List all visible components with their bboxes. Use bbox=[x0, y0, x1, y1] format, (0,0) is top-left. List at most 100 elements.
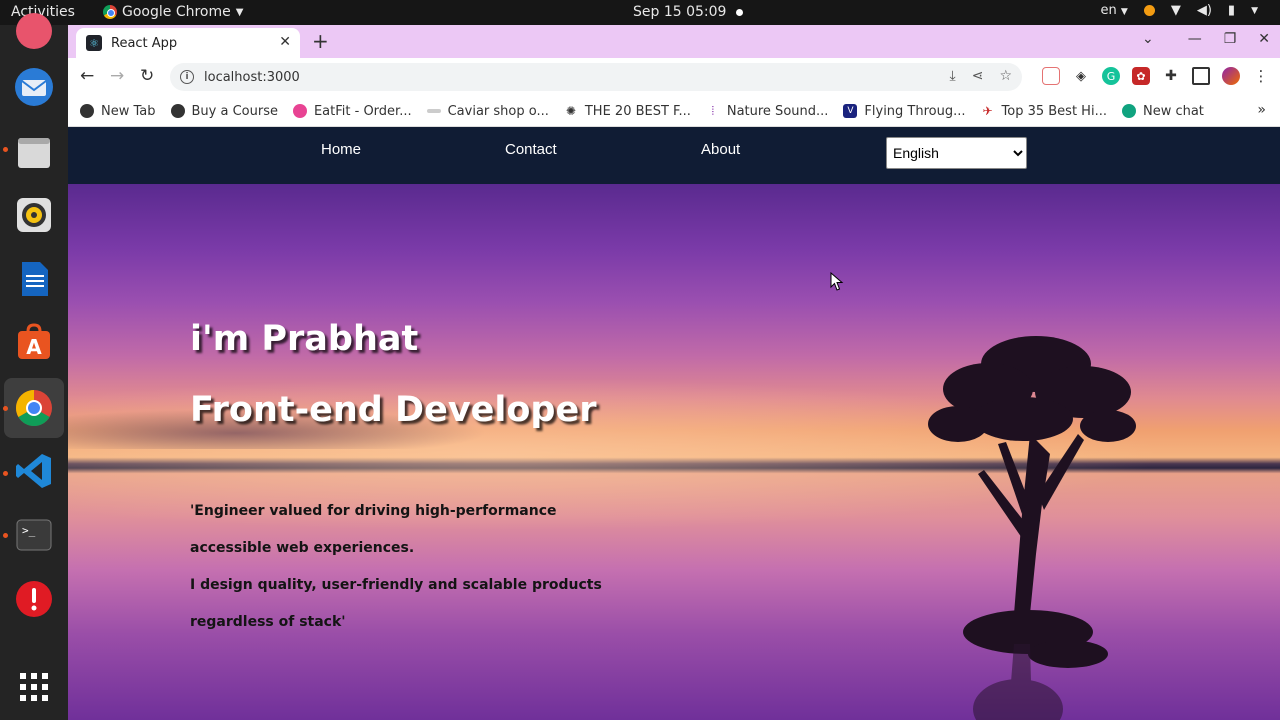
bookmarks-bar: New Tab Buy a Course EatFit - Order... C… bbox=[68, 96, 1280, 127]
running-indicator bbox=[3, 147, 8, 152]
hero-section: i'm Prabhat Front-end Developer 'Enginee… bbox=[68, 184, 1280, 720]
bookmark-eatfit[interactable]: EatFit - Order... bbox=[292, 103, 412, 119]
hero-role-heading: Front-end Developer bbox=[190, 390, 597, 430]
bookmark-label: Nature Sound... bbox=[726, 103, 829, 119]
omnibox-actions: ⤓ ⋖ ☆ bbox=[950, 68, 1013, 84]
sound-wave-icon: ⦙ bbox=[705, 104, 720, 118]
battery-icon: ▮ bbox=[1227, 3, 1236, 18]
update-indicator-icon bbox=[1143, 5, 1155, 16]
tab-react-app[interactable]: ⚛ React App ✕ bbox=[76, 28, 300, 58]
libreoffice-writer-icon[interactable] bbox=[12, 257, 56, 301]
caret-down-icon: ▼ bbox=[235, 6, 244, 18]
bookmark-buy-a-course[interactable]: Buy a Course bbox=[170, 103, 278, 119]
hero-description-line: 'Engineer valued for driving high-perfor… bbox=[190, 503, 557, 519]
browser-toolbar: ← → ↻ i localhost:3000 ⤓ ⋖ ☆ ◈ G ✿ ✚ ⋮ bbox=[68, 58, 1280, 96]
more-bookmarks-icon[interactable]: » bbox=[1257, 102, 1266, 118]
plane-icon: ✈ bbox=[980, 104, 995, 118]
rhythmbox-icon[interactable] bbox=[12, 193, 56, 237]
wifi-icon: ▼ bbox=[1170, 3, 1181, 18]
tab-strip: ⚛ React App ✕ + ⌄ — ❐ ✕ bbox=[68, 25, 1280, 58]
bookmark-20-best[interactable]: ✺ THE 20 BEST F... bbox=[563, 104, 691, 119]
bookmark-label: EatFit - Order... bbox=[313, 103, 412, 119]
running-indicator bbox=[3, 471, 8, 476]
nav-about-link[interactable]: About bbox=[701, 141, 740, 158]
bookmark-new-tab[interactable]: New Tab bbox=[80, 104, 156, 119]
bookmark-new-chat[interactable]: New chat bbox=[1121, 103, 1204, 119]
eatfit-icon bbox=[292, 104, 307, 118]
bookmark-caviar-shop[interactable]: Caviar shop o... bbox=[426, 104, 549, 119]
bookmark-label: New chat bbox=[1142, 103, 1204, 119]
site-navbar: Home Contact About English bbox=[68, 127, 1280, 184]
help-icon[interactable] bbox=[12, 577, 56, 621]
system-top-bar: Activities Google Chrome ▼ Sep 15 05:09 … bbox=[0, 0, 1280, 25]
app-center-icon[interactable]: A bbox=[12, 321, 56, 365]
tree-silhouette bbox=[928, 336, 1136, 720]
close-tab-icon[interactable]: ✕ bbox=[279, 34, 291, 50]
reload-icon[interactable]: ↻ bbox=[140, 66, 154, 86]
chrome-mini-icon bbox=[103, 5, 117, 19]
extension-calendar-icon[interactable] bbox=[1042, 67, 1060, 85]
install-app-icon[interactable]: ⤓ bbox=[950, 68, 956, 84]
chrome-icon[interactable] bbox=[4, 378, 64, 438]
bookmark-top-35[interactable]: ✈ Top 35 Best Hi... bbox=[980, 104, 1107, 119]
side-panel-icon[interactable] bbox=[1192, 67, 1210, 85]
extension-red-icon[interactable]: ✿ bbox=[1132, 67, 1150, 85]
app-menu[interactable]: Google Chrome ▼ bbox=[103, 4, 243, 20]
tab-title: React App bbox=[111, 35, 178, 51]
window-controls: ⌄ — ❐ ✕ bbox=[1142, 31, 1270, 47]
hero-description-line: regardless of stack' bbox=[190, 614, 346, 630]
files-icon[interactable] bbox=[12, 130, 56, 174]
vimeo-icon: V bbox=[843, 104, 858, 118]
extensions-puzzle-icon[interactable]: ✚ bbox=[1162, 67, 1180, 85]
back-icon[interactable]: ← bbox=[80, 66, 94, 86]
mouse-cursor-icon bbox=[830, 272, 844, 291]
svg-text:>_: >_ bbox=[22, 524, 36, 537]
input-language[interactable]: en ▼ bbox=[1101, 3, 1128, 18]
menu-kebab-icon[interactable]: ⋮ bbox=[1252, 67, 1270, 85]
extension-diamond-icon[interactable]: ◈ bbox=[1072, 67, 1090, 85]
caret-down-icon: ▼ bbox=[1120, 7, 1128, 17]
browser-window: ⚛ React App ✕ + ⌄ — ❐ ✕ ← → ↻ i localhos… bbox=[68, 25, 1280, 720]
maximize-icon[interactable]: ❐ bbox=[1224, 31, 1237, 47]
chatgpt-icon bbox=[1121, 104, 1136, 118]
bookmark-flying-through[interactable]: V Flying Throug... bbox=[843, 104, 966, 119]
clock-label: Sep 15 05:09 bbox=[633, 4, 727, 20]
nav-home-link[interactable]: Home bbox=[321, 141, 361, 158]
show-apps-icon[interactable] bbox=[12, 665, 56, 709]
caviar-icon bbox=[426, 109, 441, 113]
forward-icon[interactable]: → bbox=[110, 66, 124, 86]
caret-down-icon: ▼ bbox=[1251, 5, 1258, 16]
profile-avatar-icon[interactable] bbox=[1222, 67, 1240, 85]
thunderbird-icon[interactable] bbox=[12, 65, 56, 109]
grammarly-icon[interactable]: G bbox=[1102, 67, 1120, 85]
address-bar[interactable]: i localhost:3000 ⤓ ⋖ ☆ bbox=[170, 63, 1022, 91]
hero-description-line: I design quality, user-friendly and scal… bbox=[190, 577, 602, 593]
volume-icon: ◀) bbox=[1196, 3, 1212, 18]
hero-description-line: accessible web experiences. bbox=[190, 540, 415, 556]
hero-name-heading: i'm Prabhat bbox=[190, 319, 419, 359]
bookmark-nature-sound[interactable]: ⦙ Nature Sound... bbox=[705, 103, 829, 119]
dock: A >_ bbox=[0, 13, 68, 720]
bookmark-label: Buy a Course bbox=[191, 103, 278, 119]
minimize-icon[interactable]: — bbox=[1188, 31, 1202, 47]
tab-search-icon[interactable]: ⌄ bbox=[1142, 31, 1154, 47]
extensions-area: ◈ G ✿ ✚ ⋮ bbox=[1042, 67, 1270, 85]
site-info-icon[interactable]: i bbox=[180, 70, 194, 84]
language-select[interactable]: English bbox=[886, 137, 1027, 169]
web-page: Home Contact About English i'm Prabhat F… bbox=[68, 127, 1280, 720]
terminal-icon[interactable]: >_ bbox=[12, 513, 56, 557]
notification-dot-icon bbox=[736, 8, 744, 16]
clock[interactable]: Sep 15 05:09 bbox=[633, 4, 744, 20]
input-language-label: en bbox=[1100, 3, 1117, 18]
new-tab-button[interactable]: + bbox=[312, 29, 329, 53]
bookmark-label: New Tab bbox=[101, 103, 156, 119]
address-text[interactable]: localhost:3000 bbox=[204, 70, 300, 85]
close-window-icon[interactable]: ✕ bbox=[1258, 31, 1270, 47]
vscode-icon[interactable] bbox=[12, 449, 56, 493]
dock-partial-app-icon[interactable] bbox=[12, 9, 56, 53]
share-icon[interactable]: ⋖ bbox=[972, 68, 984, 84]
bookmark-star-icon[interactable]: ☆ bbox=[999, 68, 1012, 84]
system-tray[interactable]: en ▼ ▼ ◀) ▮ ▼ bbox=[1101, 3, 1258, 18]
hero-description: 'Engineer valued for driving high-perfor… bbox=[190, 493, 602, 641]
nav-contact-link[interactable]: Contact bbox=[505, 141, 557, 158]
